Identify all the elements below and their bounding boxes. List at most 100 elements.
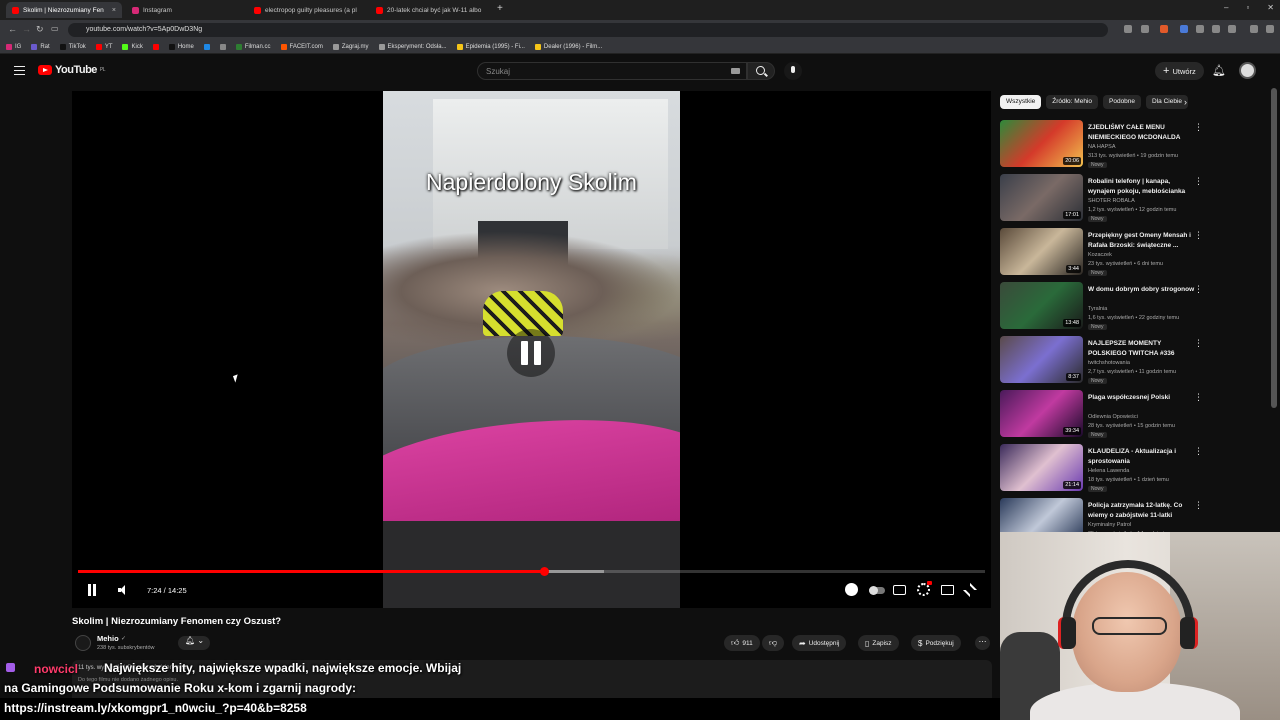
hamburger-menu-icon[interactable] (14, 66, 25, 75)
recommendation-thumbnail[interactable]: 3:44 (1000, 228, 1083, 275)
notifications-bell-icon[interactable]: 🔔︎ (1212, 64, 1226, 77)
download-icon[interactable] (1212, 25, 1220, 33)
share-arrow-icon: ➦ (799, 638, 806, 648)
filter-chip[interactable]: Wszystkie (1000, 95, 1042, 109)
minimize-icon[interactable]: – (1224, 3, 1228, 12)
thanks-button[interactable]: $ Podziękuj (911, 635, 961, 651)
tab-3[interactable]: 20-latek chciał być jak W-11 albo (370, 2, 488, 18)
more-vertical-icon[interactable]: ⋮ (1194, 501, 1203, 510)
bookmark-item[interactable] (219, 43, 226, 50)
miniplayer-icon[interactable] (941, 585, 954, 595)
youtube-logo[interactable]: YouTube PL (38, 64, 106, 76)
keyboard-icon[interactable] (731, 68, 740, 74)
tab-1[interactable]: Instagram (126, 2, 244, 18)
reading-list-icon[interactable] (1250, 25, 1258, 33)
tab-2[interactable]: electropop guilty pleasures (a pl (248, 2, 366, 18)
duration-badge: 3:44 (1066, 265, 1081, 273)
share-button[interactable]: ➦ Udostępnij (792, 635, 847, 651)
subtitles-icon[interactable] (893, 585, 906, 595)
sponsor-block-icon[interactable] (845, 583, 858, 596)
recommendation-thumbnail[interactable]: 8:37 (1000, 336, 1083, 383)
back-icon[interactable]: ← (8, 24, 17, 34)
pause-button[interactable] (86, 584, 98, 596)
recommendation-thumbnail[interactable]: 17:01 (1000, 174, 1083, 221)
recommendation-item[interactable]: 20:06 ZJEDLIŚMY CAŁE MENU NIEMIECKIEGO MC… (1000, 120, 1265, 170)
settings-gear-icon[interactable] (917, 581, 932, 596)
overlay-ad-line-2: na Gamingowe Podsumowanie Roku x-kom i z… (4, 681, 357, 695)
search-input[interactable]: Szukaj (477, 62, 747, 80)
filter-chip[interactable]: Dla Ciebie (1146, 95, 1189, 109)
recommendation-item[interactable]: 17:01 Robalini telefony | kanapa, wynajem… (1000, 174, 1265, 224)
account-avatar[interactable] (1239, 62, 1256, 79)
fullscreen-icon[interactable] (962, 582, 978, 598)
recommendation-item[interactable]: 39:34 Plaga współczesnej Polski Odlewnia O… (1000, 390, 1265, 440)
channel-name[interactable]: Mehio (97, 634, 119, 643)
progress-scrubber[interactable] (539, 567, 549, 576)
bookmark-item[interactable]: YT (95, 43, 112, 50)
bookmark-item[interactable]: Rat (31, 43, 50, 50)
bookmark-item[interactable] (152, 43, 159, 50)
voice-search-icon[interactable] (784, 62, 802, 80)
new-tab-button[interactable]: + (497, 3, 503, 14)
bookmark-item[interactable]: Home (168, 43, 194, 50)
volume-icon[interactable] (118, 585, 129, 595)
recommendation-thumbnail[interactable]: 39:34 (1000, 390, 1083, 437)
more-vertical-icon[interactable]: ⋮ (1194, 123, 1203, 132)
bookmark-item[interactable]: IG (6, 43, 21, 50)
more-vertical-icon[interactable]: ⋮ (1194, 447, 1203, 456)
recommendation-item[interactable]: 21:14 KLAUDELIZA - Aktualizacja i sprosto… (1000, 444, 1265, 494)
history-icon[interactable] (1228, 25, 1236, 33)
share-icon[interactable] (1141, 25, 1149, 33)
more-vertical-icon[interactable]: ⋮ (1194, 177, 1203, 186)
bookmark-item[interactable]: Dealer (1996) - Film... (534, 43, 602, 50)
recommendation-item[interactable]: 13:48 W domu dobrym dobry strogonow Tyraln… (1000, 282, 1265, 332)
video-frame[interactable]: Napierdolony Skolim (383, 91, 680, 608)
url-field[interactable]: youtube.com/watch?v=5Ap0DwD3Ng (68, 23, 1108, 37)
progress-bar[interactable] (78, 567, 985, 576)
filter-chip[interactable]: Źródło: Mehio (1046, 95, 1098, 109)
like-button[interactable]: 👍︎ 911 (724, 635, 760, 651)
more-vertical-icon[interactable]: ⋮ (1194, 393, 1203, 402)
more-actions-icon[interactable]: ⋯ (975, 636, 990, 650)
page-scrollbar[interactable] (1271, 88, 1277, 408)
chevron-right-icon[interactable]: › (1184, 97, 1187, 107)
pause-overlay-icon[interactable] (507, 329, 555, 377)
subscription-bell-button[interactable]: 🔔︎ ⌄ (178, 636, 210, 650)
forward-icon[interactable]: → (22, 24, 31, 34)
more-vertical-icon[interactable]: ⋮ (1194, 339, 1203, 348)
search-button[interactable] (747, 62, 775, 80)
video-player[interactable]: Napierdolony Skolim 7:24 / 14:25 (72, 91, 991, 608)
extensions-puzzle-icon[interactable] (1196, 25, 1204, 33)
recommendation-thumbnail[interactable]: 20:06 (1000, 120, 1083, 167)
bookmark-item[interactable]: TikTok (59, 43, 86, 50)
close-window-icon[interactable]: ✕ (1267, 3, 1274, 12)
bookmark-page-icon[interactable]: ▭ (51, 24, 59, 33)
maximize-icon[interactable]: ▫ (1246, 3, 1249, 12)
cast-icon[interactable] (1124, 25, 1132, 33)
create-button[interactable]: + Utwórz (1155, 62, 1204, 80)
more-vertical-icon[interactable]: ⋮ (1194, 285, 1203, 294)
autoplay-toggle[interactable] (869, 586, 885, 595)
filter-chip[interactable]: Podobne (1103, 95, 1142, 109)
close-tab-icon[interactable]: × (112, 7, 116, 14)
bookmark-item[interactable]: Filman.cc (235, 43, 271, 50)
bookmark-item[interactable] (203, 43, 210, 50)
channel-avatar[interactable] (75, 635, 91, 651)
recommendation-item[interactable]: 8:37 NAJLEPSZE MOMENTY POLSKIEGO TWITCHA … (1000, 336, 1265, 386)
bookmark-item[interactable]: FACEIT.com (280, 43, 323, 50)
bookmark-item[interactable]: Zagraj.my (332, 43, 369, 50)
more-vertical-icon[interactable]: ⋮ (1194, 231, 1203, 240)
recommendation-item[interactable]: 3:44 Przepiękny gest Omeny Mensah i Rafał… (1000, 228, 1265, 278)
recommendation-thumbnail[interactable]: 13:48 (1000, 282, 1083, 329)
extension-icon[interactable] (1180, 25, 1188, 33)
bookmark-item[interactable]: Eksperyment: Odsła... (378, 43, 447, 50)
tab-0[interactable]: Skolim | Niezrozumiany Fen × (6, 2, 122, 18)
recommendation-thumbnail[interactable]: 21:14 (1000, 444, 1083, 491)
bookmark-item[interactable]: Kick (122, 43, 143, 50)
bookmark-item[interactable]: Epidemia (1995) - Fi... (456, 43, 525, 50)
dislike-button[interactable]: 👎︎ (762, 635, 785, 651)
reload-icon[interactable]: ↻ (36, 24, 44, 35)
menu-icon[interactable] (1266, 25, 1274, 33)
brave-shield-icon[interactable] (1160, 25, 1168, 33)
save-button[interactable]: ▯ Zapisz (858, 635, 899, 651)
